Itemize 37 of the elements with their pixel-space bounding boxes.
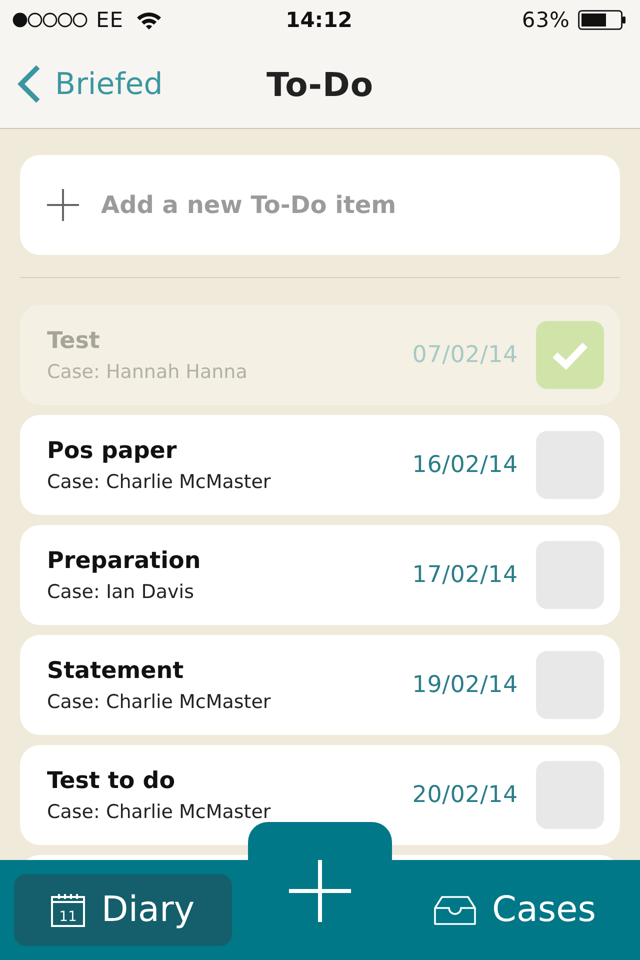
todo-card[interactable]: Test to do Case: Charlie McMaster 20/02/14 xyxy=(20,745,620,845)
todo-case: Case: Charlie McMaster xyxy=(47,691,271,713)
todo-card[interactable]: Preparation Case: Ian Davis 17/02/14 xyxy=(20,525,620,625)
todo-case: Case: Hannah Hanna xyxy=(47,361,248,383)
plus-icon xyxy=(47,189,79,221)
todo-title: Pos paper xyxy=(47,437,177,465)
inbox-tray-icon xyxy=(434,896,476,924)
clock-time: 14:12 xyxy=(286,8,352,32)
carrier-name: EE xyxy=(96,8,124,32)
plus-icon xyxy=(289,860,351,922)
diary-tab[interactable]: 11 Diary xyxy=(14,874,232,946)
checkbox[interactable] xyxy=(536,321,604,389)
wifi-icon xyxy=(136,10,162,30)
todo-date: 16/02/14 xyxy=(412,452,518,478)
checkmark-icon xyxy=(552,340,588,370)
add-item-field[interactable]: Add a new To-Do item xyxy=(20,155,620,255)
todo-title: Test to do xyxy=(47,767,175,795)
todo-card[interactable]: Statement Case: Charlie McMaster 19/02/14 xyxy=(20,635,620,735)
signal-strength-icon xyxy=(12,12,88,28)
cases-tab[interactable]: Cases xyxy=(420,874,610,946)
calendar-icon: 11 xyxy=(51,894,86,926)
todo-card[interactable]: Pos paper Case: Charlie McMaster 16/02/14 xyxy=(20,415,620,515)
page-title: To-Do xyxy=(266,64,374,104)
todo-date: 17/02/14 xyxy=(412,562,518,588)
todo-title: Preparation xyxy=(47,547,201,575)
todo-case: Case: Charlie McMaster xyxy=(47,471,271,493)
battery-icon xyxy=(578,10,626,30)
todo-case: Case: Ian Davis xyxy=(47,581,194,603)
todo-case: Case: Charlie McMaster xyxy=(47,801,271,823)
todo-date: 07/02/14 xyxy=(412,342,518,368)
back-chevron-icon xyxy=(16,65,41,103)
battery-percentage: 63% xyxy=(522,8,570,32)
todo-title: Statement xyxy=(47,657,184,685)
todo-date: 20/02/14 xyxy=(412,782,518,808)
add-item-input[interactable]: Add a new To-Do item xyxy=(101,185,596,225)
todo-title: Test xyxy=(47,327,100,355)
todo-date: 19/02/14 xyxy=(412,672,518,698)
